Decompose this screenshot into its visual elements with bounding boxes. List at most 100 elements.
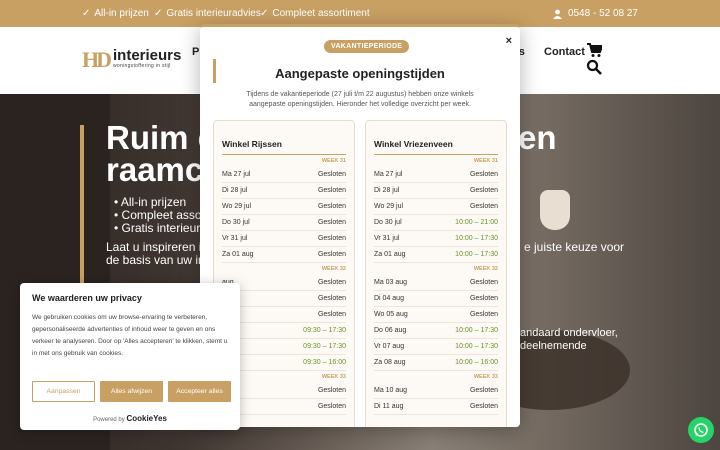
usp-label: Compleet assortiment (272, 8, 370, 19)
hours-row: Do 30 jul 10:00 – 21:00 (374, 215, 498, 231)
hours-value: Gesloten (469, 311, 498, 318)
hours-value: Gesloten (317, 171, 346, 178)
nav-item-partial[interactable]: P (192, 46, 199, 58)
usp-2: ✓ Gratis interieuradvies (154, 8, 261, 19)
day-label: Wo 05 aug (374, 311, 408, 318)
cookie-customize-button[interactable]: Aanpassen (32, 381, 95, 402)
vacation-badge: VAKANTIEPERIODE (324, 40, 410, 53)
close-icon[interactable]: × (506, 35, 512, 47)
hours-row: Ma 03 aug Gesloten (374, 275, 498, 291)
hero-text-right: andaard ondervloer, deelnemende (520, 327, 618, 352)
day-label: Vr 31 jul (222, 235, 248, 242)
hours-row: Do 30 jul Gesloten (222, 215, 346, 231)
hours-value: Gesloten (469, 203, 498, 210)
hours-row: aug09:30 – 17:30 (222, 339, 346, 355)
cookie-accept-button[interactable]: Accepteer alles (168, 381, 231, 402)
hours-row: Vr 31 jul Gesloten (222, 231, 346, 247)
hours-row: Za 01 aug Gesloten (222, 247, 346, 263)
cookie-reject-button[interactable]: Alles afwijzen (100, 381, 163, 402)
hours-row: aug09:30 – 16:00 (222, 355, 346, 371)
day-label: Za 01 aug (374, 251, 406, 258)
hours-value: Gesloten (317, 251, 346, 258)
day-label: Wo 29 jul (374, 203, 404, 210)
day-label: Ma 03 aug (374, 279, 408, 286)
hours-value: Gesloten (317, 403, 346, 410)
cookie-powered-by[interactable]: Powered by CookieYes (20, 414, 240, 423)
day-label: Vr 31 jul (374, 235, 400, 242)
hours-row: aug09:30 – 17:30 (222, 323, 346, 339)
hours-value: 10:00 – 16:00 (455, 359, 498, 366)
whatsapp-icon[interactable] (688, 417, 714, 443)
logo[interactable]: HD interieurs woningstoffering in stijl (82, 47, 182, 71)
hours-value: 10:00 – 21:00 (455, 219, 498, 226)
hours-row: Vr 31 jul 10:00 – 17:30 (374, 231, 498, 247)
hours-value: Gesloten (317, 235, 346, 242)
hours-value: Gesloten (317, 387, 346, 394)
hours-value: Gesloten (469, 187, 498, 194)
hours-row: Ma 10 aug Gesloten (374, 383, 498, 399)
hours-row: Wo 05 aug Gesloten (374, 307, 498, 323)
hours-row: augGesloten (222, 291, 346, 307)
hours-row: Ma 27 jul Gesloten (222, 167, 346, 183)
hours-value: 10:00 – 17:30 (455, 327, 498, 334)
hero-bullets: All-in prijzenCompleet assoGratis interi… (114, 196, 202, 235)
nav-item-contact[interactable]: Contact (544, 46, 585, 58)
hours-row: Wo 29 jul Gesloten (374, 199, 498, 215)
usp-1: ✓ All-in prijzen (82, 8, 149, 19)
hours-value: Gesloten (469, 295, 498, 302)
logo-name: interieurs (113, 47, 182, 64)
hours-row: augGesloten (222, 307, 346, 323)
day-label: Vr 07 aug (374, 343, 405, 350)
hours-row: Vr 07 aug 10:00 – 17:30 (374, 339, 498, 355)
day-label: Ma 27 jul (222, 171, 251, 178)
hours-row: Ma 27 jul Gesloten (374, 167, 498, 183)
hours-row: augGesloten (222, 399, 346, 415)
day-label: Ma 10 aug (374, 387, 408, 394)
store-card-vriezenveen: Winkel Vriezenveen WEEK 31 Ma 27 jul Geslot… (365, 120, 507, 427)
hours-value: 09:30 – 17:30 (303, 343, 346, 350)
modal-title: Aangepaste openingstijden (275, 66, 445, 81)
top-bar: ✓ All-in prijzen ✓ Gratis interieuradvie… (0, 0, 720, 27)
hours-value: Gesloten (317, 279, 346, 286)
store-name: Winkel Rijssen (222, 139, 346, 155)
day-label: Za 08 aug (374, 359, 406, 366)
cookie-text: We gebruiken cookies om uw browse-ervari… (32, 314, 228, 357)
hours-row: Di 04 aug Gesloten (374, 291, 498, 307)
check-icon: ✓ (260, 8, 269, 19)
week-label: WEEK 31 (321, 158, 346, 164)
hours-row: Do 06 aug 10:00 – 17:30 (374, 323, 498, 339)
hours-value: Gesloten (469, 403, 498, 410)
hero-subtext: Laat u inspireren in de basis van uw int (106, 240, 209, 267)
week-label: WEEK 31 (473, 158, 498, 164)
hero-subtext-right: e juiste keuze voor (524, 240, 625, 254)
hours-value: 09:30 – 17:30 (303, 327, 346, 334)
week-label: WEEK 33 (321, 374, 346, 380)
day-label: Di 11 aug (374, 403, 404, 410)
day-label: Di 04 aug (374, 295, 404, 302)
hours-value: Gesloten (317, 311, 346, 318)
hours-value: 10:00 – 17:30 (455, 235, 498, 242)
day-label: Do 30 jul (374, 219, 402, 226)
hours-value: Gesloten (469, 279, 498, 286)
hours-value: Gesloten (317, 187, 346, 194)
day-label: Ma 27 jul (374, 171, 403, 178)
week-label: WEEK 32 (321, 266, 346, 272)
search-icon[interactable] (586, 59, 602, 75)
hours-value: Gesloten (469, 171, 498, 178)
phone-link[interactable]: 0548 - 52 08 27 (552, 8, 638, 19)
hours-row: Di 28 jul Gesloten (222, 183, 346, 199)
hours-row: Za 08 aug 10:00 – 16:00 (374, 355, 498, 371)
usp-label: Gratis interieuradvies (166, 8, 261, 19)
cookie-banner: We waarderen uw privacy We gebruiken coo… (20, 283, 240, 430)
usp-3: ✓ Compleet assortiment (260, 8, 370, 19)
day-label: Di 28 jul (374, 187, 400, 194)
hours-value: Gesloten (317, 203, 346, 210)
hours-row: augGesloten (222, 383, 346, 399)
hours-row: augGesloten (222, 275, 346, 291)
cart-icon[interactable] (586, 42, 602, 58)
hero-title-right: en (518, 119, 557, 156)
check-icon: ✓ (82, 8, 91, 19)
store-name: Winkel Vriezenveen (374, 139, 498, 155)
hours-value: Gesloten (317, 219, 346, 226)
day-label: Di 28 jul (222, 187, 248, 194)
